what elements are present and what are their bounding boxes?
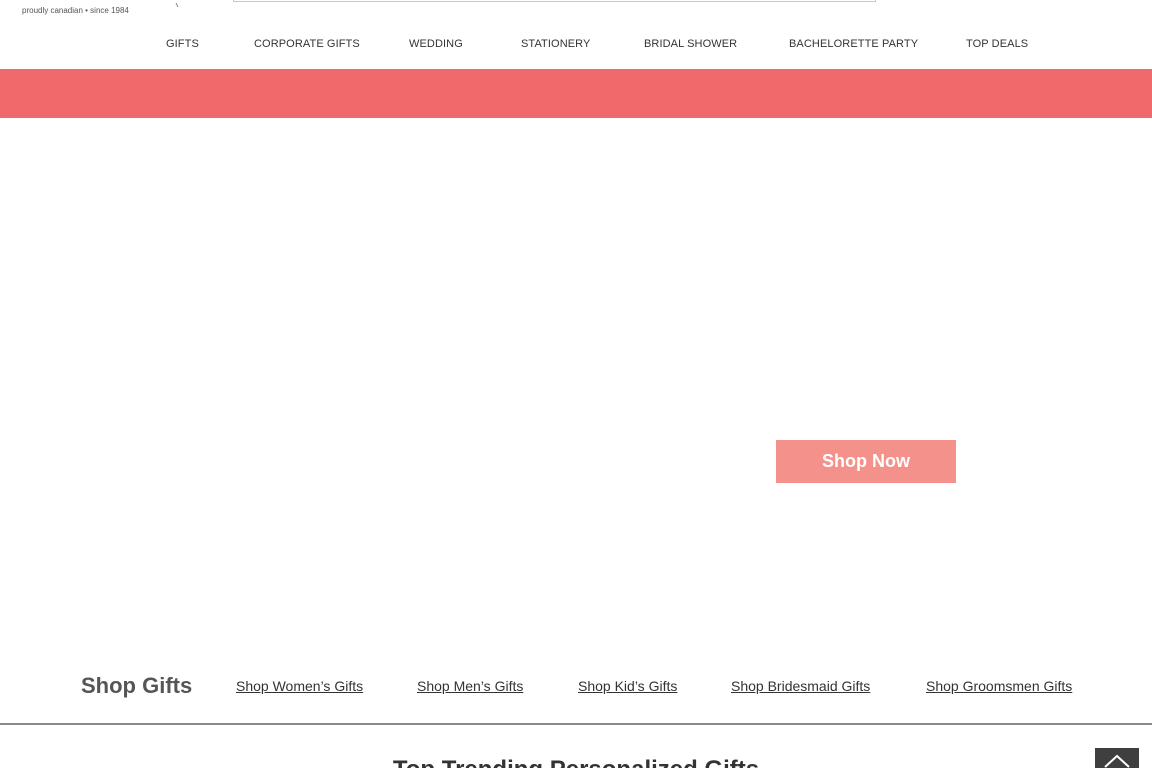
- chevron-up-icon: [1104, 754, 1130, 768]
- search-box[interactable]: [233, 0, 876, 2]
- shop-gifts-title: Shop Gifts: [81, 673, 193, 698]
- search-input[interactable]: [234, 0, 875, 1]
- header: proudly canadian • since 1984: [0, 0, 1152, 20]
- shop-mens-gifts-link[interactable]: Shop Men’s Gifts: [417, 677, 523, 695]
- nav-item-top-deals[interactable]: TOP DEALS: [966, 34, 1028, 54]
- nav-item-bridal-shower[interactable]: BRIDAL SHOWER: [644, 34, 737, 54]
- page: proudly canadian • since 1984 GIFTS CORP…: [0, 0, 1152, 768]
- shop-gifts-row: Shop Gifts Shop Women’s Gifts Shop Men’s…: [0, 668, 1152, 704]
- nav-item-gifts[interactable]: GIFTS: [166, 34, 199, 54]
- nav-item-wedding[interactable]: WEDDING: [409, 34, 463, 54]
- site-logo[interactable]: proudly canadian • since 1984: [22, 0, 129, 15]
- shop-womens-gifts-link[interactable]: Shop Women’s Gifts: [236, 677, 363, 695]
- shop-groomsmen-gifts-link[interactable]: Shop Groomsmen Gifts: [926, 677, 1072, 695]
- promo-banner[interactable]: [0, 69, 1152, 118]
- nav-item-corporate-gifts[interactable]: CORPORATE GIFTS: [254, 34, 360, 54]
- nav-item-bachelorette-party[interactable]: BACHELORETTE PARTY: [789, 34, 918, 54]
- trending-heading: Top Trending Personalized Gifts: [0, 756, 1152, 768]
- hero-section: Shop Now: [0, 118, 1152, 648]
- shop-now-button[interactable]: Shop Now: [776, 440, 956, 483]
- logo-mark-icon: [152, 0, 182, 8]
- nav-item-stationery[interactable]: STATIONERY: [521, 34, 590, 54]
- shop-bridesmaid-gifts-link[interactable]: Shop Bridesmaid Gifts: [731, 677, 870, 695]
- shop-kids-gifts-link[interactable]: Shop Kid’s Gifts: [578, 677, 677, 695]
- main-nav: GIFTS CORPORATE GIFTS WEDDING STATIONERY…: [0, 34, 1152, 56]
- back-to-top-button[interactable]: [1095, 748, 1139, 768]
- section-divider: [0, 723, 1152, 725]
- logo-tagline: proudly canadian • since 1984: [22, 6, 129, 15]
